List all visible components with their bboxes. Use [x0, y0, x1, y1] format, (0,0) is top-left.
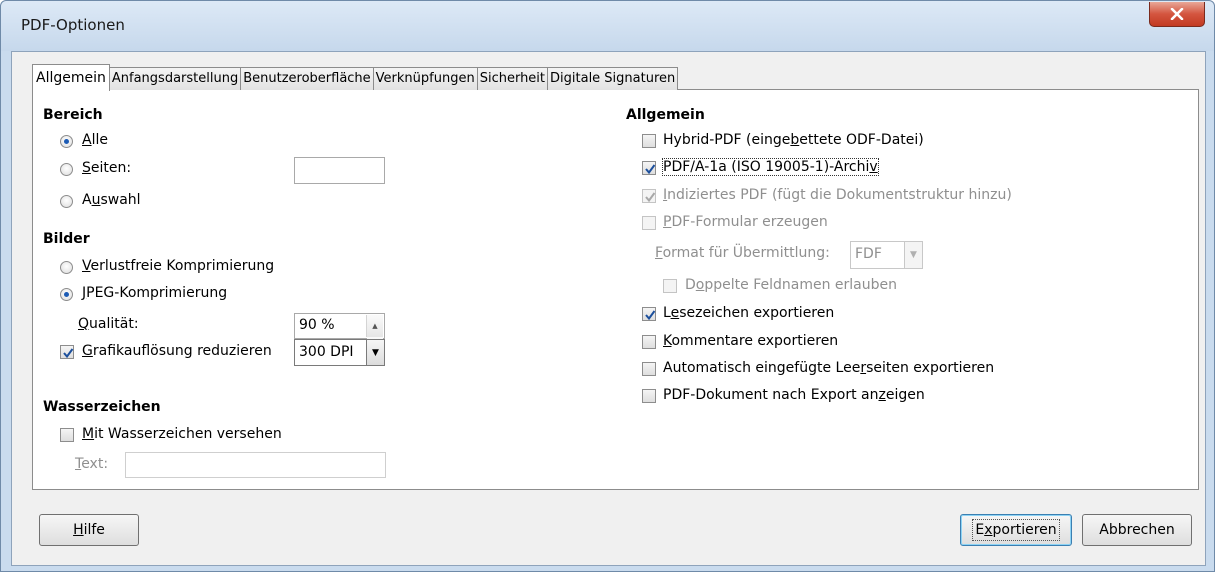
pdf-formular-label[interactable]: PDF-Formular erzeugen	[663, 214, 828, 230]
wasserzeichen-label[interactable]: Mit Wasserzeichen versehen	[82, 426, 282, 442]
abbrechen-button[interactable]: Abbrechen	[1082, 514, 1192, 546]
format-select[interactable]: FDF ▼	[850, 241, 923, 269]
hybrid-pdf-label[interactable]: Hybrid-PDF (eingebettete ODF-Datei)	[663, 132, 924, 148]
checkbox-pdfa[interactable]	[642, 161, 656, 175]
dialog-client-area: Allgemein Anfangsdarstellung Benutzerobe…	[11, 51, 1206, 566]
qualitaet-value: 90 %	[299, 317, 335, 333]
checkmark-icon	[645, 192, 656, 203]
dpi-select[interactable]: 300 DPI ▼	[294, 339, 385, 366]
checkbox-leerseiten[interactable]	[642, 362, 656, 376]
wasserzeichen-text-input[interactable]	[125, 452, 386, 478]
format-value: FDF	[855, 246, 882, 262]
close-button[interactable]	[1149, 2, 1205, 27]
checkbox-hybrid-pdf[interactable]	[642, 134, 656, 148]
window-title: PDF-Optionen	[21, 16, 125, 34]
hilfe-button[interactable]: Hilfe	[39, 514, 139, 546]
tab-benutzeroberflaeche[interactable]: Benutzeroberfläche	[240, 67, 374, 90]
radio-verlustfrei[interactable]	[60, 261, 73, 274]
qualitaet-label: Qualität:	[78, 316, 139, 332]
bilder-heading: Bilder	[43, 231, 90, 247]
format-label: Format für Übermittlung:	[655, 245, 830, 261]
radio-auswahl-label[interactable]: Auswahl	[82, 192, 141, 208]
checkmark-icon	[645, 310, 656, 321]
radio-seiten-label[interactable]: Seiten:	[82, 160, 131, 176]
dropdown-arrow-icon[interactable]: ▼	[904, 242, 922, 268]
checkbox-doppelte-feldnamen[interactable]	[663, 279, 677, 293]
seiten-input[interactable]	[294, 157, 385, 184]
grafikaufloesung-label[interactable]: Grafikauflösung reduzieren	[82, 343, 272, 359]
bereich-heading: Bereich	[43, 107, 103, 123]
wasserzeichen-heading: Wasserzeichen	[43, 399, 161, 415]
qualitaet-spinbox[interactable]: 90 % ▲ ▼	[294, 313, 385, 359]
radio-alle-label[interactable]: Alle	[82, 132, 108, 148]
checkbox-indiziertes-pdf[interactable]	[642, 189, 656, 203]
checkbox-kommentare[interactable]	[642, 335, 656, 349]
tab-panel-allgemein: Bereich Alle Seiten: Auswahl Bilder Verl…	[32, 89, 1199, 490]
exportieren-button[interactable]: Exportieren	[960, 514, 1072, 546]
kommentare-label[interactable]: Kommentare exportieren	[663, 333, 838, 349]
radio-verlustfrei-label[interactable]: Verlustfreie Komprimierung	[82, 258, 274, 274]
checkbox-wasserzeichen[interactable]	[60, 428, 74, 442]
dropdown-arrow-icon[interactable]: ▼	[366, 340, 384, 365]
radio-auswahl[interactable]	[60, 195, 73, 208]
radio-alle[interactable]	[60, 135, 73, 148]
checkmark-icon	[63, 348, 74, 359]
dialog-window: PDF-Optionen Allgemein Anfangsdarstellun…	[0, 0, 1215, 572]
tab-verknuepfungen[interactable]: Verknüpfungen	[372, 67, 478, 90]
close-icon	[1170, 8, 1184, 20]
pdfa-label[interactable]: PDF/A-1a (ISO 19005-1)-Archiv	[662, 158, 879, 176]
checkbox-pdf-formular[interactable]	[642, 216, 656, 230]
tab-allgemein[interactable]: Allgemein	[32, 64, 110, 91]
spin-up-icon[interactable]: ▲	[367, 315, 383, 337]
tab-digitale-signaturen[interactable]: Digitale Signaturen	[547, 67, 679, 90]
checkbox-grafikaufloesung[interactable]	[60, 345, 74, 359]
tab-sicherheit[interactable]: Sicherheit	[476, 67, 549, 90]
lesezeichen-label[interactable]: Lesezeichen exportieren	[663, 305, 834, 321]
indiziertes-pdf-label[interactable]: Indiziertes PDF (fügt die Dokumentstrukt…	[663, 187, 1012, 203]
checkmark-icon	[645, 164, 656, 175]
doppelte-feldnamen-label[interactable]: Doppelte Feldnamen erlauben	[685, 277, 897, 293]
dokument-anzeigen-label[interactable]: PDF-Dokument nach Export anzeigen	[663, 387, 925, 403]
leerseiten-label[interactable]: Automatisch eingefügte Leerseiten export…	[663, 360, 994, 376]
wasserzeichen-text-label: Text:	[75, 456, 109, 472]
title-bar[interactable]: PDF-Optionen	[1, 1, 1214, 51]
checkbox-lesezeichen[interactable]	[642, 307, 656, 321]
allgemein-heading: Allgemein	[626, 107, 705, 123]
tab-anfangsdarstellung[interactable]: Anfangsdarstellung	[108, 67, 242, 90]
radio-jpeg-label[interactable]: JPEG-Komprimierung	[82, 285, 227, 301]
dpi-value: 300 DPI	[299, 344, 354, 360]
checkbox-dokument-anzeigen[interactable]	[642, 389, 656, 403]
radio-jpeg[interactable]	[60, 288, 73, 301]
radio-seiten[interactable]	[60, 163, 73, 176]
tab-bar: Allgemein Anfangsdarstellung Benutzerobe…	[32, 64, 679, 91]
